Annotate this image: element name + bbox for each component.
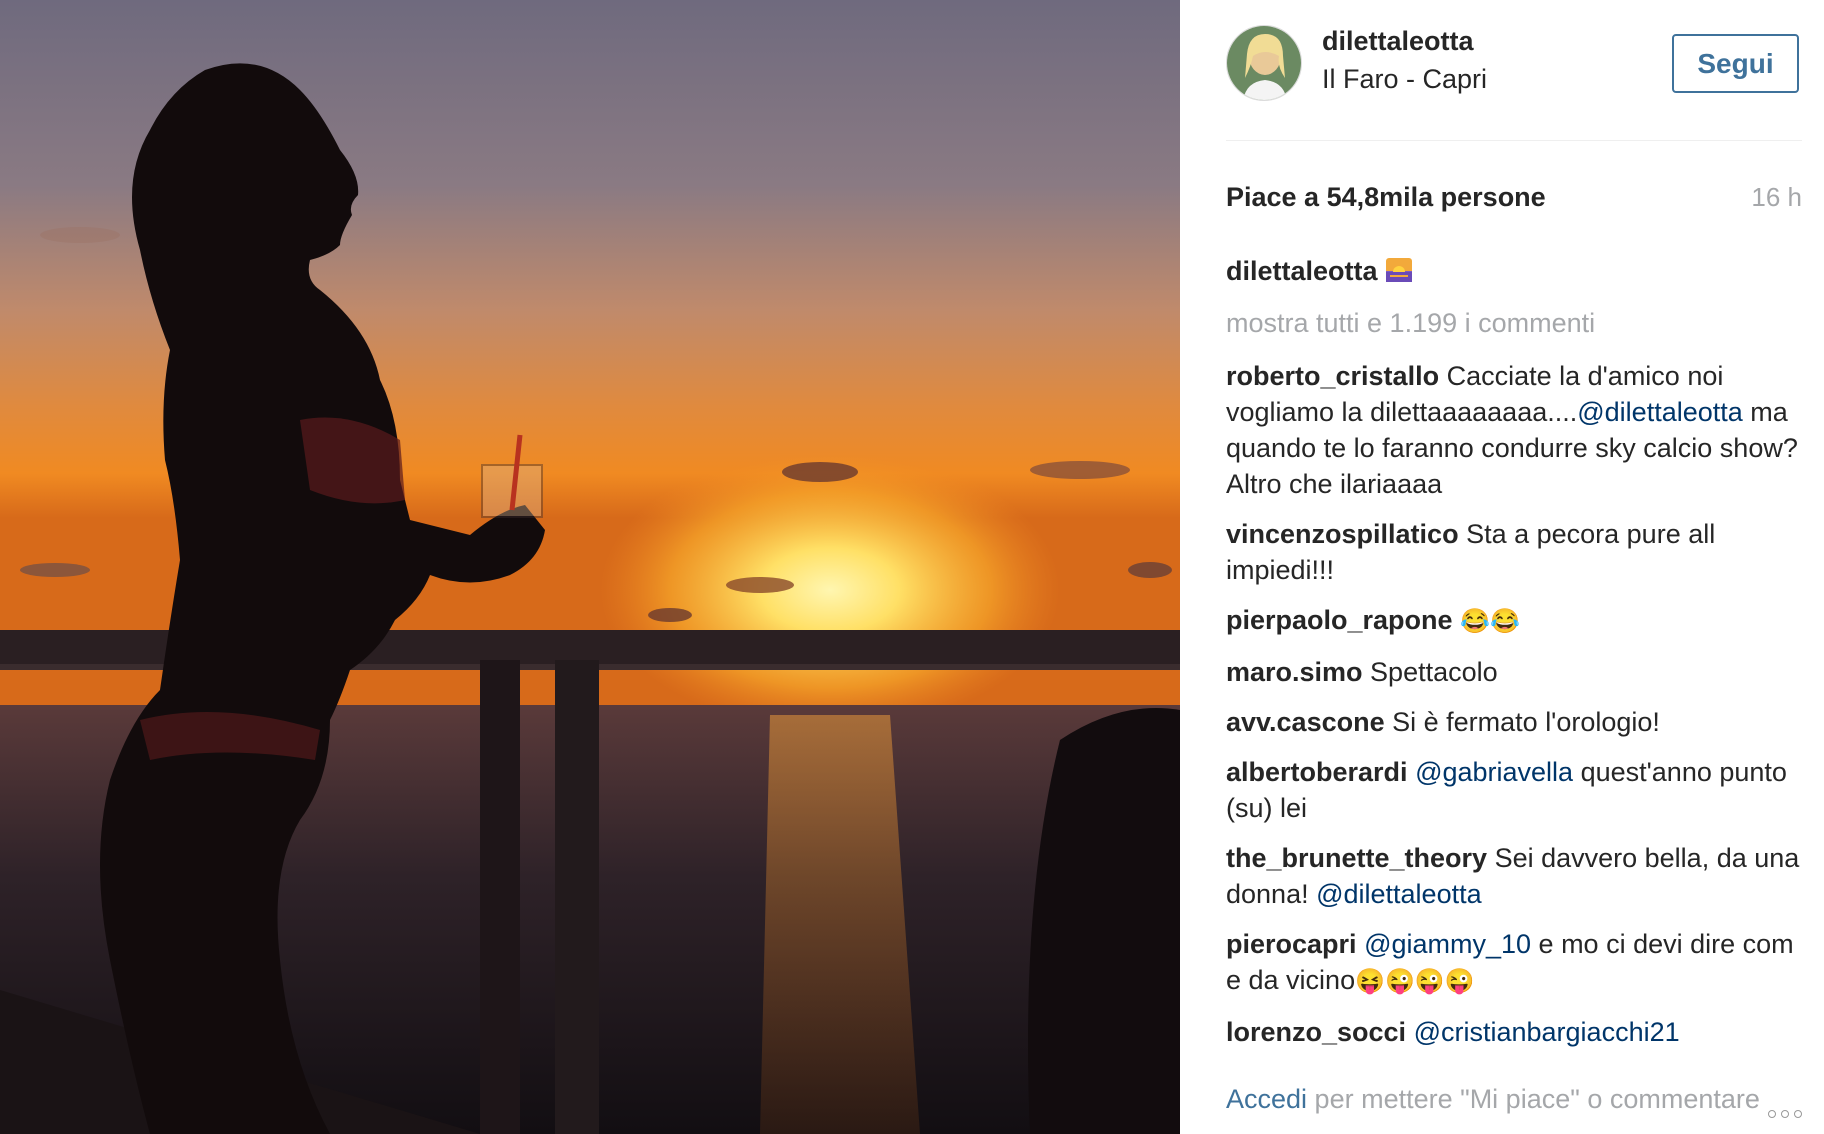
comment-username[interactable]: lorenzo_socci [1226, 1017, 1406, 1047]
show-all-comments-link[interactable]: mostra tutti e 1.199 i commenti [1226, 308, 1595, 339]
location-link[interactable]: Il Faro - Capri [1322, 64, 1487, 95]
avatar-image [1227, 26, 1301, 100]
comment-item: roberto_cristallo Cacciate la d'amico no… [1226, 358, 1802, 502]
comment-text [1406, 1017, 1414, 1047]
comment-item: avv.cascone Si è fermato l'orologio! [1226, 704, 1802, 740]
comments-list: roberto_cristallo Cacciate la d'amico no… [1226, 358, 1802, 1064]
caption: dilettaleotta [1226, 256, 1412, 287]
comment-item: pierocapri @giammy_10 e mo ci devi dire … [1226, 926, 1802, 1000]
post-photo[interactable] [0, 0, 1180, 1134]
username-link[interactable]: dilettaleotta [1322, 26, 1474, 57]
comment-username[interactable]: maro.simo [1226, 657, 1363, 687]
comment-mention-link[interactable]: @cristianbargiacchi21 [1414, 1017, 1680, 1047]
comment-item: vincenzospillatico Sta a pecora pure all… [1226, 516, 1802, 588]
likes-count[interactable]: Piace a 54,8mila persone [1226, 182, 1546, 213]
comment-mention-link[interactable]: @dilettaleotta [1577, 397, 1743, 427]
comment-emojis: 😝😜😜😜 [1355, 968, 1475, 995]
comment-item: maro.simo Spettacolo [1226, 654, 1802, 690]
comment-item: albertoberardi @gabriavella quest'anno p… [1226, 754, 1802, 826]
login-prompt: Accedi per mettere "Mi piace" o commenta… [1226, 1084, 1760, 1115]
post-age[interactable]: 16 h [1751, 182, 1802, 213]
follow-button[interactable]: Segui [1672, 34, 1799, 93]
more-options-icon[interactable] [1768, 1110, 1802, 1118]
login-link[interactable]: Accedi [1226, 1084, 1307, 1114]
login-prompt-text: per mettere "Mi piace" o commentare [1307, 1084, 1760, 1114]
comment-username[interactable]: pierocapri [1226, 929, 1357, 959]
comment-username[interactable]: the_brunette_theory [1226, 843, 1487, 873]
comment-emojis: 😂😂 [1460, 608, 1520, 635]
comment-text [1357, 929, 1365, 959]
comment-item: lorenzo_socci @cristianbargiacchi21 [1226, 1014, 1802, 1050]
comment-text: Si è fermato l'orologio! [1384, 707, 1660, 737]
comment-mention-link[interactable]: @dilettaleotta [1316, 879, 1482, 909]
comment-mention-link[interactable]: @gabriavella [1415, 757, 1573, 787]
comment-text [1453, 605, 1461, 635]
comment-text [1408, 757, 1416, 787]
comment-username[interactable]: vincenzospillatico [1226, 519, 1459, 549]
caption-username[interactable]: dilettaleotta [1226, 256, 1378, 286]
comment-username[interactable]: avv.cascone [1226, 707, 1385, 737]
comment-username[interactable]: roberto_cristallo [1226, 361, 1439, 391]
comment-text: Spettacolo [1362, 657, 1498, 687]
comment-mention-link[interactable]: @giammy_10 [1364, 929, 1531, 959]
post-side-panel: dilettaleotta Il Faro - Capri Segui Piac… [1180, 0, 1824, 1134]
comment-username[interactable]: pierpaolo_rapone [1226, 605, 1453, 635]
sunset-photo [0, 0, 1180, 1134]
header-divider [1226, 140, 1802, 141]
comment-item: the_brunette_theory Sei davvero bella, d… [1226, 840, 1802, 912]
comment-username[interactable]: albertoberardi [1226, 757, 1408, 787]
sunset-emoji-icon [1385, 258, 1412, 282]
comment-item: pierpaolo_rapone 😂😂 [1226, 602, 1802, 640]
avatar[interactable] [1226, 25, 1302, 101]
